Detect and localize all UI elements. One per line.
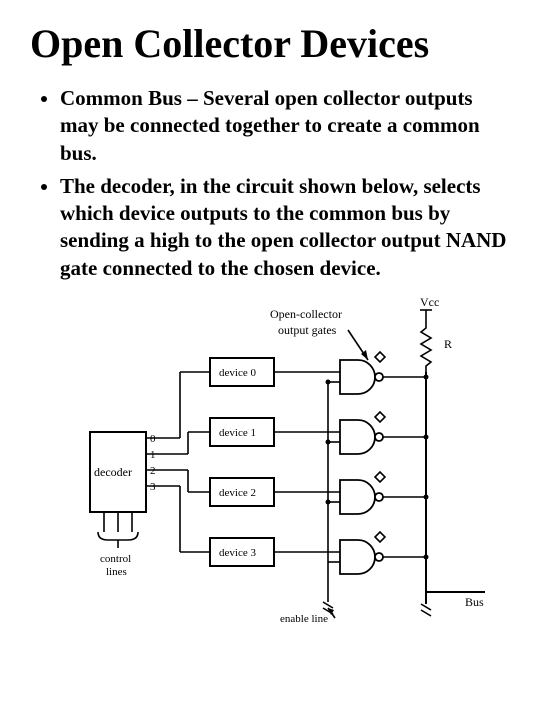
dec-num: 2 [150, 465, 156, 477]
decoder-label: decoder [94, 465, 132, 479]
oc-label-2: output gates [278, 323, 337, 337]
device-label: device 1 [219, 427, 256, 439]
bullet-list: Common Bus – Several open collector outp… [30, 85, 510, 282]
dec-num: 3 [150, 481, 156, 493]
lines-label: lines [106, 566, 127, 578]
dec-num: 1 [150, 449, 156, 461]
enable-label: enable line [280, 613, 328, 625]
dec-num: 0 [150, 433, 156, 445]
bullet-item: Common Bus – Several open collector outp… [60, 85, 510, 167]
control-label: control [100, 553, 131, 565]
page-title: Open Collector Devices [30, 20, 510, 67]
bus-label: Bus [465, 595, 484, 609]
circuit-diagram: Vcc R Bus Open-collector output gates de… [30, 292, 510, 632]
device-label: device 3 [219, 547, 256, 559]
device-label: device 0 [219, 367, 256, 379]
oc-label-1: Open-collector [270, 307, 342, 321]
bullet-item: The decoder, in the circuit shown below,… [60, 173, 510, 282]
device-label: device 2 [219, 487, 256, 499]
resistor-label: R [444, 337, 452, 351]
vcc-label: Vcc [420, 295, 439, 309]
